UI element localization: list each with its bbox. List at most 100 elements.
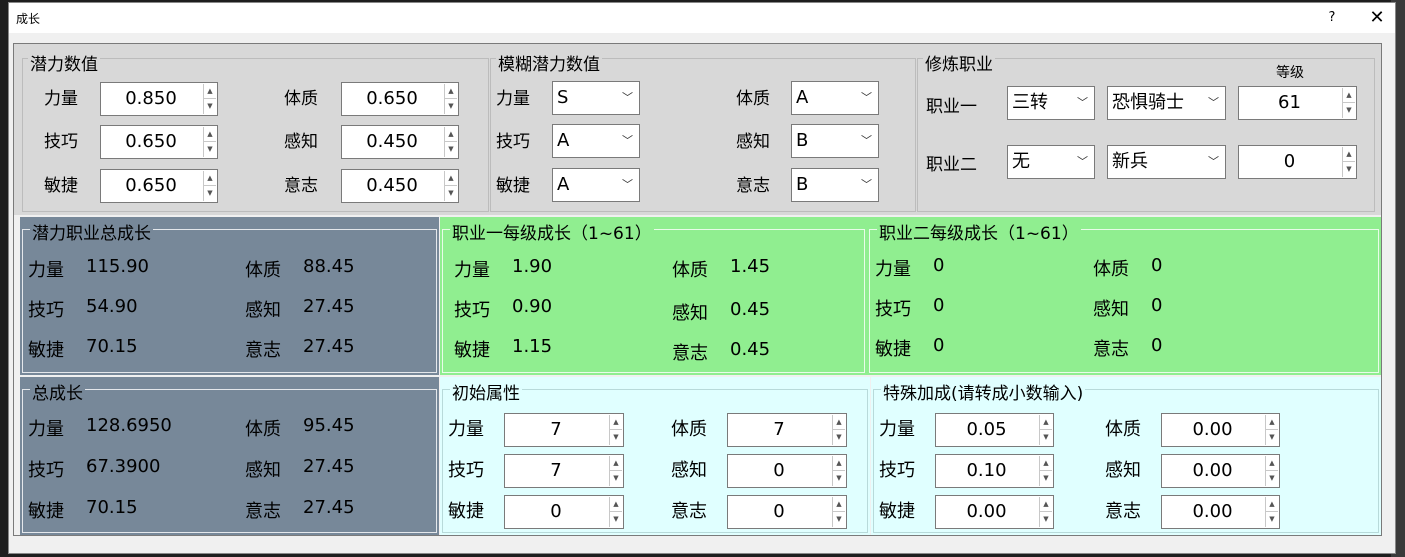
spin-up-icon[interactable]: ▲ (833, 497, 845, 512)
spin-down-icon[interactable]: ▼ (445, 99, 457, 114)
bonus-perception-spinner[interactable]: 0.00 ▲ ▼ (1161, 454, 1280, 488)
initial-strength-spinner[interactable]: 7 ▲ ▼ (504, 413, 624, 447)
initial-value[interactable]: 0 (505, 496, 607, 528)
spin-down-icon[interactable]: ▼ (1343, 162, 1355, 177)
spin-up-icon[interactable]: ▲ (1040, 497, 1052, 512)
spin-up-icon[interactable]: ▲ (610, 415, 622, 430)
spin-down-icon[interactable]: ▼ (1266, 471, 1278, 486)
bonus-strength-spinner[interactable]: 0.05 ▲ ▼ (935, 413, 1054, 447)
spin-down-icon[interactable]: ▼ (204, 99, 216, 114)
potential-perception-spinner[interactable]: 0.450 ▲ ▼ (341, 125, 459, 159)
initial-value[interactable]: 7 (505, 455, 607, 487)
fuzzy-strength-select[interactable]: S ﹀ (552, 81, 640, 115)
fuzzy-skill-select[interactable]: A ﹀ (552, 124, 640, 158)
bonus-value[interactable]: 0.00 (1162, 496, 1263, 528)
potential-physique-value[interactable]: 0.650 (342, 83, 442, 115)
initial-value[interactable]: 0 (728, 496, 830, 528)
bonus-value[interactable]: 0.00 (1162, 455, 1263, 487)
spin-down-icon[interactable]: ▼ (204, 142, 216, 157)
initial-perception-spinner[interactable]: 0 ▲ ▼ (727, 454, 847, 488)
fuzzy-physique-select[interactable]: A ﹀ (791, 81, 879, 115)
spin-up-icon[interactable]: ▲ (1266, 415, 1278, 430)
spin-up-icon[interactable]: ▲ (610, 456, 622, 471)
potential-agility-value[interactable]: 0.650 (101, 170, 201, 202)
fuzzy-strength-value: S (557, 87, 569, 108)
spin-up-icon[interactable]: ▲ (445, 127, 457, 142)
job1-tier-select[interactable]: 三转 ﹀ (1007, 86, 1095, 120)
spin-down-icon[interactable]: ▼ (1266, 512, 1278, 527)
potential-skill-value[interactable]: 0.650 (101, 126, 201, 158)
spin-down-icon[interactable]: ▼ (1343, 103, 1355, 118)
spin-down-icon[interactable]: ▼ (1040, 512, 1052, 527)
spin-down-icon[interactable]: ▼ (833, 430, 845, 445)
spin-down-icon[interactable]: ▼ (204, 186, 216, 201)
potential-agility-spinner[interactable]: 0.650 ▲ ▼ (100, 169, 218, 203)
potential-strength-spinner[interactable]: 0.850 ▲ ▼ (100, 82, 218, 116)
chevron-down-icon: ﹀ (622, 91, 633, 104)
spin-up-icon[interactable]: ▲ (1343, 147, 1355, 162)
initial-value[interactable]: 7 (728, 414, 830, 446)
spin-up-icon[interactable]: ▲ (445, 171, 457, 186)
bonus-physique-spinner[interactable]: 0.00 ▲ ▼ (1161, 413, 1280, 447)
bonus-value[interactable]: 0.10 (936, 455, 1037, 487)
bonus-value[interactable]: 0.00 (1162, 414, 1263, 446)
potential-total-title: 潜力职业总成长 (30, 219, 153, 244)
bonus-will-spinner[interactable]: 0.00 ▲ ▼ (1161, 495, 1280, 529)
spin-down-icon[interactable]: ▼ (833, 471, 845, 486)
job1-class-select[interactable]: 恐惧骑士 ﹀ (1107, 86, 1226, 120)
initial-will-spinner[interactable]: 0 ▲ ▼ (727, 495, 847, 529)
potential-strength-label: 力量 (44, 89, 78, 109)
initial-value[interactable]: 0 (728, 455, 830, 487)
bonus-agility-spinner[interactable]: 0.00 ▲ ▼ (935, 495, 1054, 529)
bonus-label: 力量 (879, 419, 915, 440)
spin-down-icon[interactable]: ▼ (610, 471, 622, 486)
initial-value[interactable]: 7 (505, 414, 607, 446)
initial-agility-spinner[interactable]: 0 ▲ ▼ (504, 495, 624, 529)
spin-up-icon[interactable]: ▲ (1040, 456, 1052, 471)
spin-down-icon[interactable]: ▼ (610, 430, 622, 445)
potential-skill-spinner[interactable]: 0.650 ▲ ▼ (100, 125, 218, 159)
spin-up-icon[interactable]: ▲ (1343, 88, 1355, 103)
job2-level-value[interactable]: 0 (1239, 146, 1340, 178)
spin-down-icon[interactable]: ▼ (610, 512, 622, 527)
job2-class-select[interactable]: 新兵 ﹀ (1107, 145, 1226, 179)
fuzzy-will-select[interactable]: B ﹀ (791, 168, 879, 202)
spin-down-icon[interactable]: ▼ (1040, 471, 1052, 486)
potential-will-spinner[interactable]: 0.450 ▲ ▼ (341, 169, 459, 203)
job2-tier-select[interactable]: 无 ﹀ (1007, 145, 1095, 179)
spin-up-icon[interactable]: ▲ (204, 171, 216, 186)
total-growth-title: 总成长 (30, 379, 85, 404)
job1-level-value[interactable]: 61 (1239, 87, 1340, 119)
potential-will-value[interactable]: 0.450 (342, 170, 442, 202)
bonus-value[interactable]: 0.00 (936, 496, 1037, 528)
close-button[interactable]: ✕ (1359, 3, 1395, 33)
spin-up-icon[interactable]: ▲ (204, 127, 216, 142)
potential-strength-value[interactable]: 0.850 (101, 83, 201, 115)
spin-up-icon[interactable]: ▲ (1266, 456, 1278, 471)
spin-up-icon[interactable]: ▲ (204, 84, 216, 99)
stat-label: 技巧 (875, 299, 911, 320)
spin-up-icon[interactable]: ▲ (1266, 497, 1278, 512)
spin-up-icon[interactable]: ▲ (445, 84, 457, 99)
spin-down-icon[interactable]: ▼ (833, 512, 845, 527)
help-button[interactable]: ? (1317, 3, 1347, 33)
spin-down-icon[interactable]: ▼ (445, 186, 457, 201)
spin-down-icon[interactable]: ▼ (445, 142, 457, 157)
bonus-skill-spinner[interactable]: 0.10 ▲ ▼ (935, 454, 1054, 488)
potential-physique-spinner[interactable]: 0.650 ▲ ▼ (341, 82, 459, 116)
spin-down-icon[interactable]: ▼ (1266, 430, 1278, 445)
job1-level-spinner[interactable]: 61 ▲ ▼ (1238, 86, 1357, 120)
spin-up-icon[interactable]: ▲ (1040, 415, 1052, 430)
fuzzy-perception-select[interactable]: B ﹀ (791, 124, 879, 158)
initial-skill-spinner[interactable]: 7 ▲ ▼ (504, 454, 624, 488)
potential-perception-value[interactable]: 0.450 (342, 126, 442, 158)
spin-up-icon[interactable]: ▲ (833, 456, 845, 471)
spin-down-icon[interactable]: ▼ (1040, 430, 1052, 445)
spin-up-icon[interactable]: ▲ (833, 415, 845, 430)
initial-physique-spinner[interactable]: 7 ▲ ▼ (727, 413, 847, 447)
spin-up-icon[interactable]: ▲ (610, 497, 622, 512)
job2-level-spinner[interactable]: 0 ▲ ▼ (1238, 145, 1357, 179)
bonus-value[interactable]: 0.05 (936, 414, 1037, 446)
fuzzy-agility-select[interactable]: A ﹀ (552, 168, 640, 202)
stat-value: 54.90 (86, 296, 138, 317)
